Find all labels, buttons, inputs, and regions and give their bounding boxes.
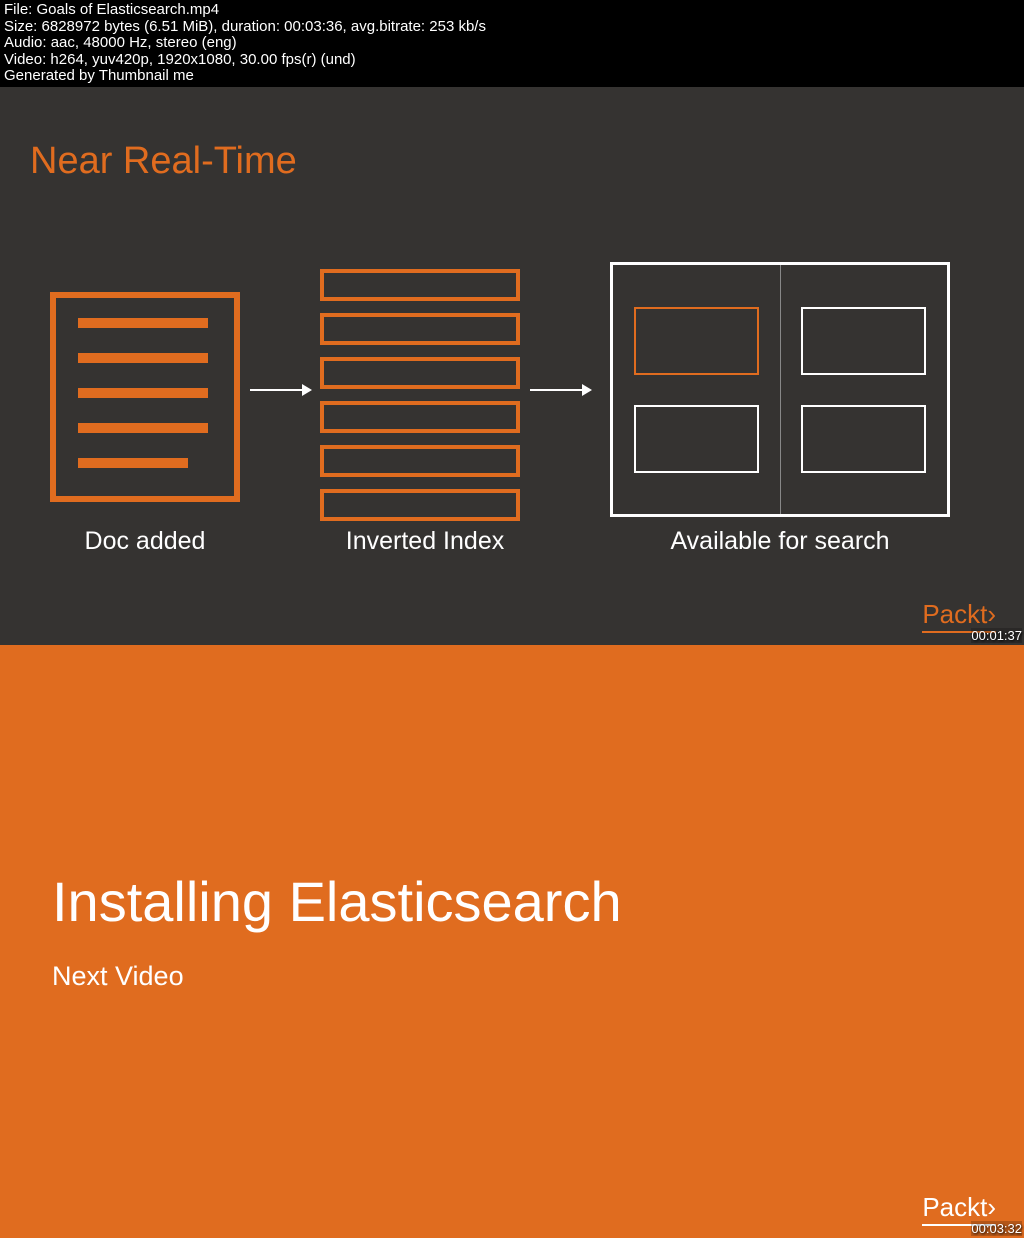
timestamp-label: 00:01:37 — [971, 628, 1022, 643]
result-cell-icon — [634, 405, 759, 473]
inverted-index-icon — [320, 269, 520, 521]
doc-line-icon — [78, 318, 208, 328]
document-icon — [50, 292, 240, 502]
arrow-icon — [250, 389, 310, 391]
thumbnail-frame-2: Installing Elasticsearch Next Video Pack… — [0, 645, 1024, 1238]
index-bar-icon — [320, 357, 520, 389]
slide-title: Near Real-Time — [30, 140, 297, 183]
result-cell-icon — [801, 405, 926, 473]
audio-line: Audio: aac, 48000 Hz, stereo (eng) — [4, 35, 1020, 52]
search-col-right — [781, 265, 948, 514]
index-bar-icon — [320, 489, 520, 521]
diagram-labels: Doc added Inverted Index Available for s… — [0, 527, 1024, 556]
search-results-icon — [610, 262, 950, 517]
label-available-for-search: Available for search — [560, 527, 1000, 556]
label-inverted-index: Inverted Index — [290, 527, 560, 556]
search-col-left — [613, 265, 781, 514]
size-line: Size: 6828972 bytes (6.51 MiB), duration… — [4, 19, 1020, 36]
label-doc-added: Doc added — [0, 527, 290, 556]
doc-line-icon — [78, 423, 208, 433]
doc-line-icon — [78, 353, 208, 363]
doc-line-icon — [78, 388, 208, 398]
thumbnail-frame-1: Near Real-Time — [0, 87, 1024, 645]
diagram-row — [50, 250, 950, 530]
doc-line-icon — [78, 458, 188, 468]
index-bar-icon — [320, 313, 520, 345]
index-bar-icon — [320, 401, 520, 433]
arrow-icon — [530, 389, 590, 391]
result-cell-icon — [634, 307, 759, 375]
generated-line: Generated by Thumbnail me — [4, 68, 1020, 85]
timestamp-label: 00:03:32 — [971, 1221, 1022, 1236]
index-bar-icon — [320, 269, 520, 301]
result-cell-icon — [801, 307, 926, 375]
metadata-header: File: Goals of Elasticsearch.mp4 Size: 6… — [0, 0, 1024, 87]
index-bar-icon — [320, 445, 520, 477]
next-video-title: Installing Elasticsearch — [52, 869, 622, 934]
file-line: File: Goals of Elasticsearch.mp4 — [4, 2, 1020, 19]
video-line: Video: h264, yuv420p, 1920x1080, 30.00 f… — [4, 52, 1020, 69]
next-video-label: Next Video — [52, 961, 184, 992]
